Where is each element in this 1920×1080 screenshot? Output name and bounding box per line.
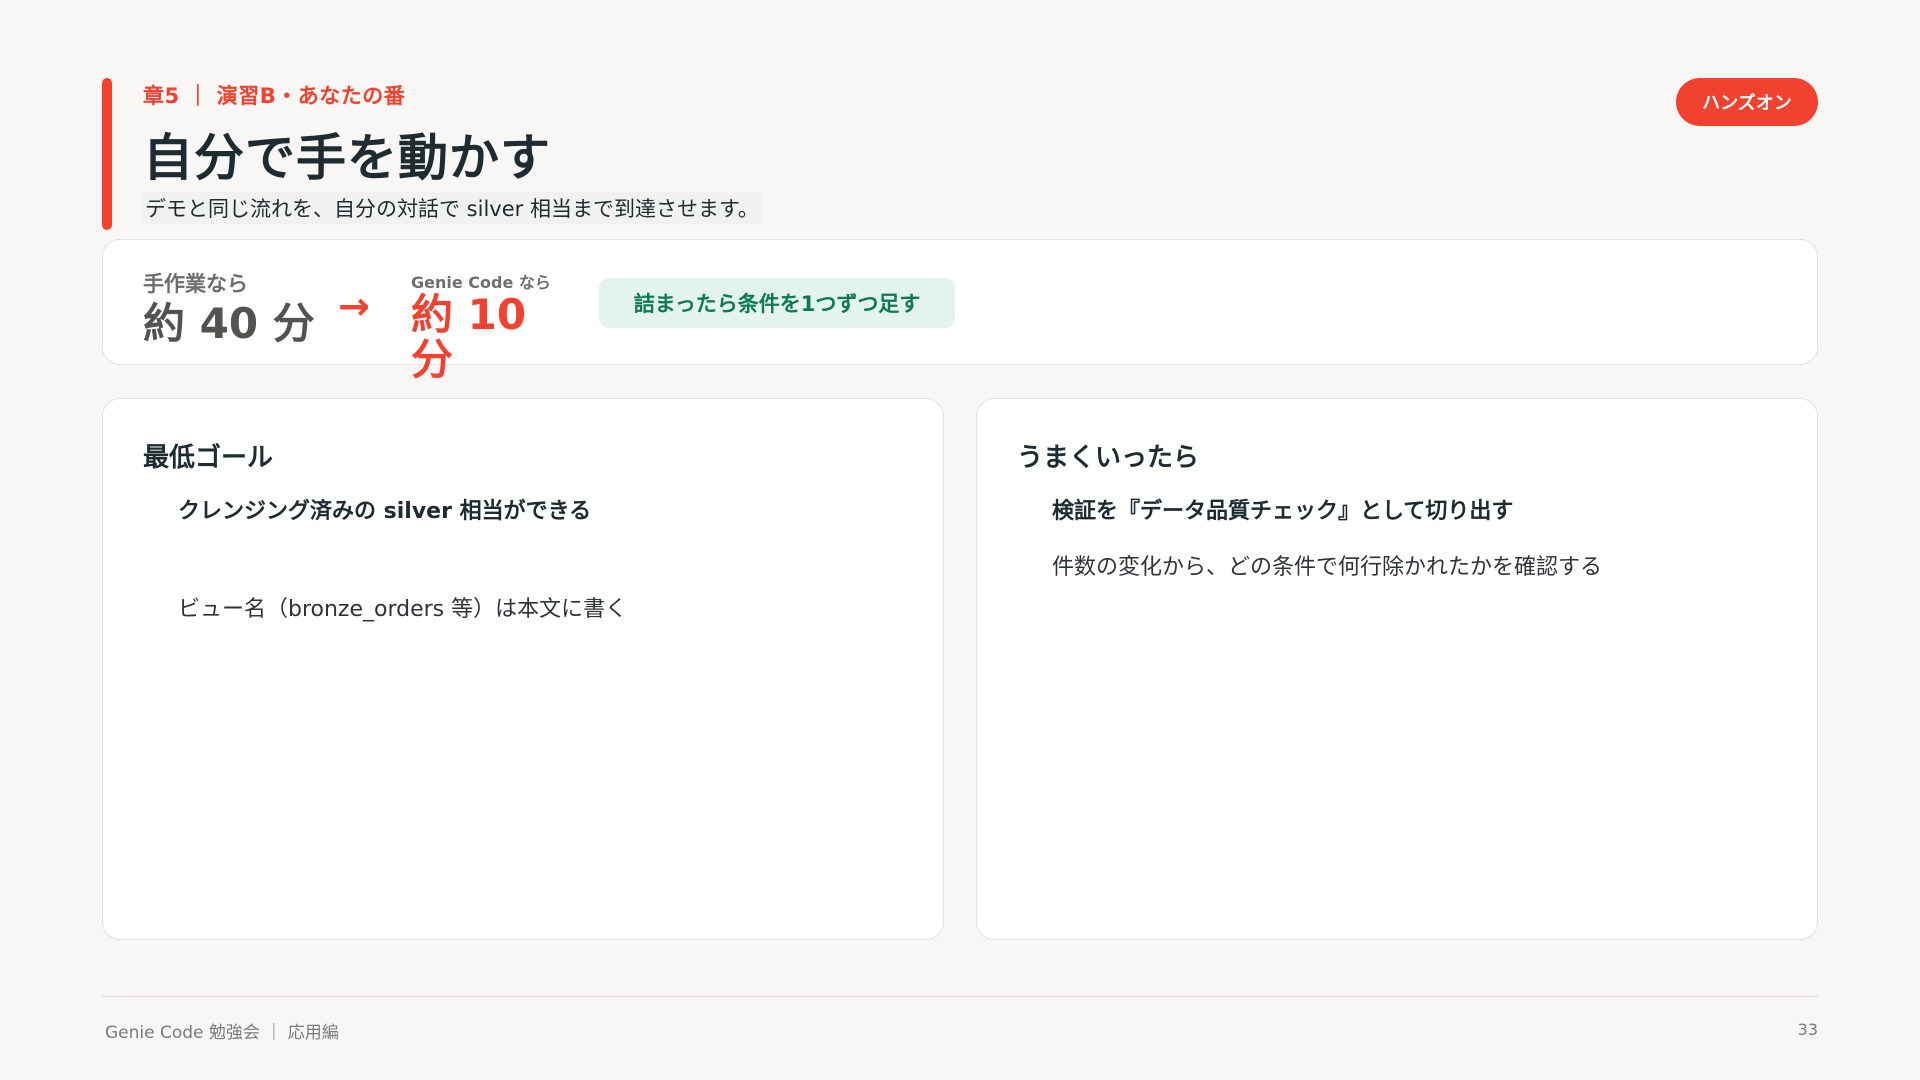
manual-time-value: 約 40 分 — [143, 299, 315, 348]
footer-text: Genie Code 勉強会 ｜ 応用編 — [105, 1023, 339, 1043]
chapter-label: 章5 ｜ 演習B・あなたの番 — [143, 84, 406, 108]
page-title: 自分で手を動かす — [143, 129, 551, 187]
stretch-goal-note: 件数の変化から、どの条件で何行除かれたかを確認する — [1052, 555, 1603, 580]
accent-bar — [102, 78, 112, 230]
genie-time-value: 約 10 分 — [411, 290, 527, 385]
page-number: 33 — [1797, 1020, 1818, 1039]
slide: 章5 ｜ 演習B・あなたの番 自分で手を動かす デモと同じ流れを、自分の対話で … — [0, 0, 1920, 1080]
page-subtitle: デモと同じ流れを、自分の対話で silver 相当まで到達させます。 — [143, 192, 761, 224]
tip-pill: 詰まったら条件を1つずつ足す — [599, 278, 955, 328]
right-arrow-icon: → — [338, 284, 370, 328]
stretch-goal-heading: うまくいったら — [1017, 443, 1200, 473]
minimum-goal-note: ビュー名（bronze_orders 等）は本文に書く — [178, 597, 628, 622]
minimum-goal-heading: 最低ゴール — [143, 443, 274, 473]
stretch-goal-card: うまくいったら 検証を『データ品質チェック』として切り出す 件数の変化から、どの… — [976, 398, 1818, 940]
footer-divider — [102, 996, 1818, 997]
minimum-goal-item: クレンジング済みの silver 相当ができる — [178, 499, 592, 524]
minimum-goal-card: 最低ゴール クレンジング済みの silver 相当ができる ビュー名（bronz… — [102, 398, 944, 940]
time-comparison-card: 手作業なら 約 40 分 → Genie Code なら 約 10 分 詰まった… — [102, 239, 1818, 382]
stretch-goal-item: 検証を『データ品質チェック』として切り出す — [1052, 499, 1514, 524]
hands-on-badge: ハンズオン — [1676, 78, 1818, 126]
